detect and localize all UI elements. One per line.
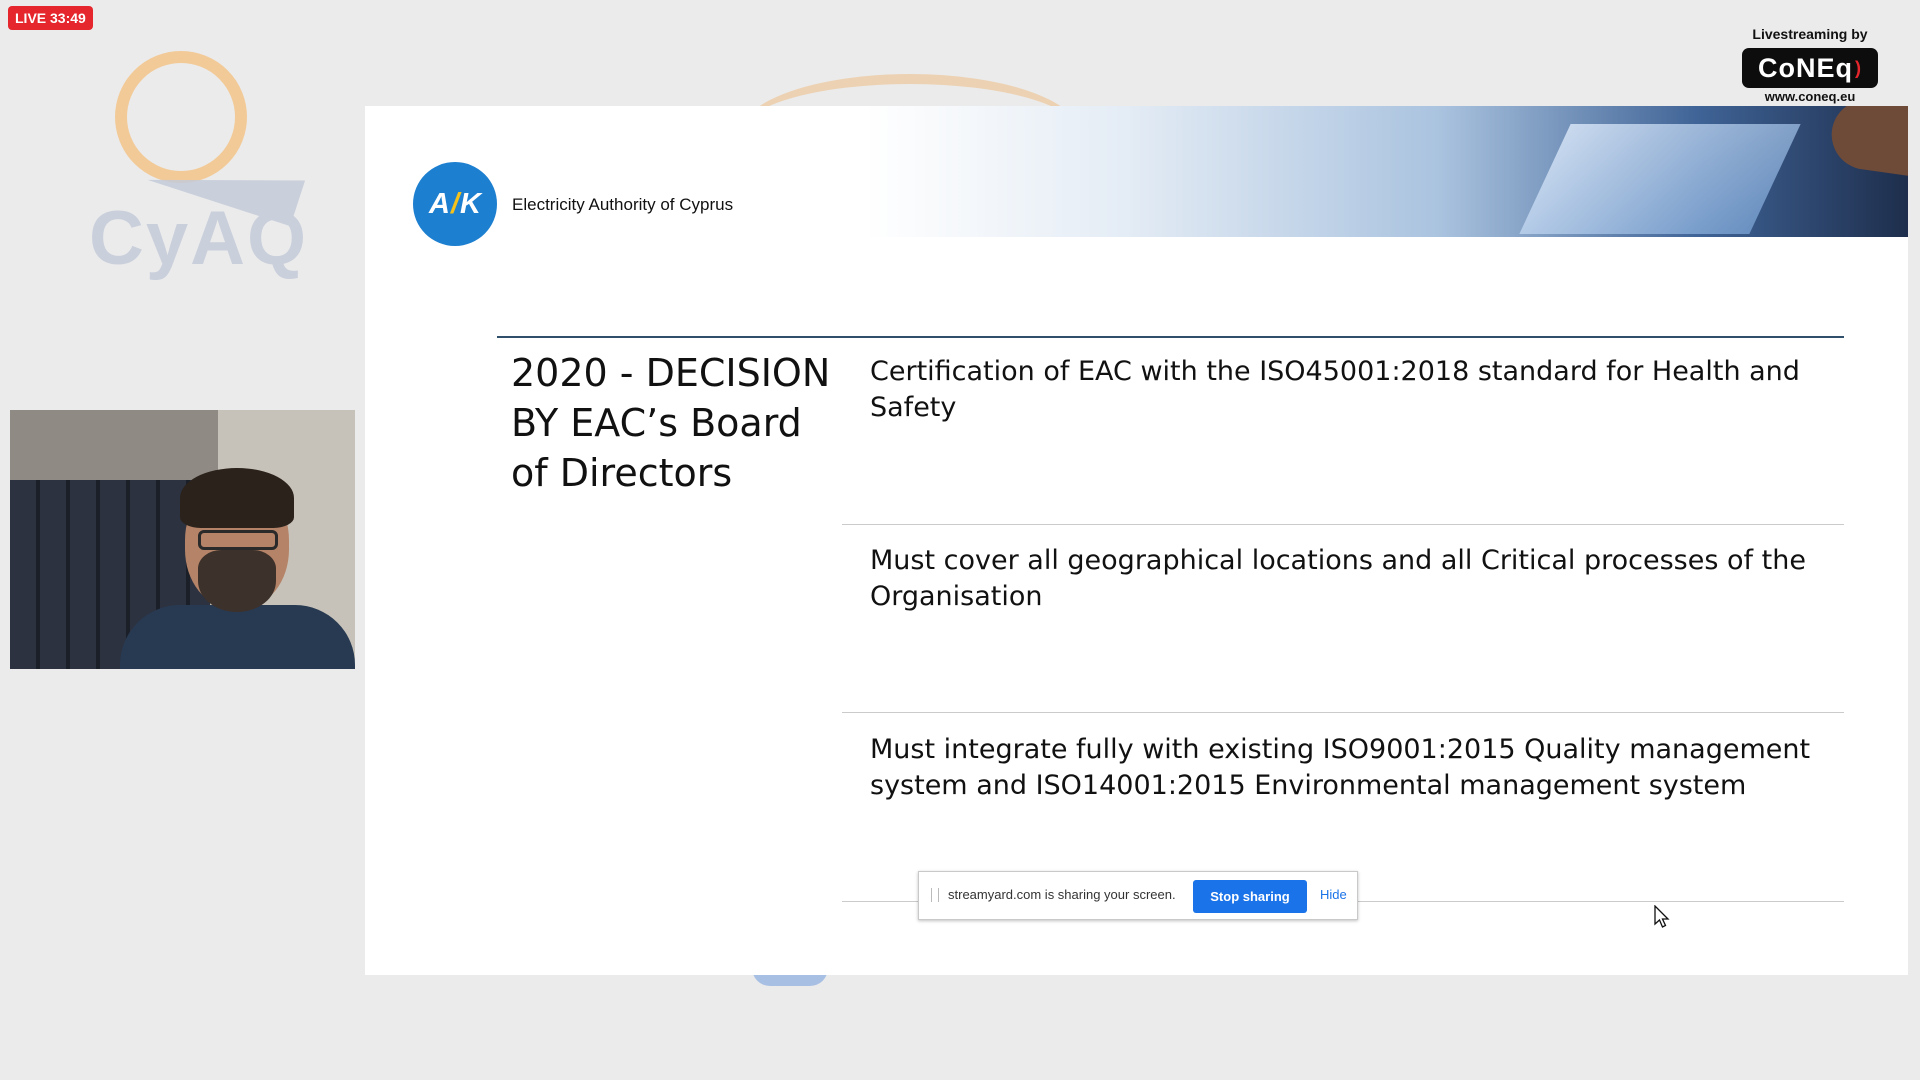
screen-share-bar: streamyard.com is sharing your screen. S… xyxy=(918,871,1358,920)
stop-sharing-button[interactable]: Stop sharing xyxy=(1193,880,1307,913)
item-divider xyxy=(842,524,1844,525)
drag-handle-icon[interactable] xyxy=(931,888,939,902)
slide-item: Must cover all geographical locations an… xyxy=(870,545,1806,612)
slide-title: 2020 - DECISION BY EAC’s Board of Direct… xyxy=(511,351,831,495)
cyaq-watermark: CyAQ xyxy=(85,45,325,285)
organization-name: Electricity Authority of Cyprus xyxy=(512,195,734,214)
divider-top xyxy=(497,336,1844,338)
presentation-slide: A / K Electricity Authority of Cyprus 2020… xyxy=(365,106,1908,975)
coneq-brand: CoNEq xyxy=(1758,52,1853,83)
lightning-bolt-icon: / xyxy=(450,187,460,220)
slide-header: A / K Electricity Authority of Cyprus xyxy=(365,106,1908,246)
webcam-feed xyxy=(10,410,355,669)
slide-item: Must integrate fully with existing ISO90… xyxy=(870,734,1811,801)
coneq-logo: CoNEq ) xyxy=(1742,48,1878,88)
mouse-cursor-icon xyxy=(1654,905,1670,928)
eac-logo: A / K xyxy=(413,162,497,246)
live-badge: LIVE 33:49 xyxy=(8,6,93,30)
share-message: streamyard.com is sharing your screen. xyxy=(948,887,1176,902)
livestream-credit: Livestreaming by CoNEq ) www.coneq.eu xyxy=(1735,26,1885,104)
slide-item: Certification of EAC with the ISO45001:2… xyxy=(870,356,1800,423)
coneq-url: www.coneq.eu xyxy=(1764,89,1856,104)
item-divider xyxy=(842,712,1844,713)
credit-label: Livestreaming by xyxy=(1752,26,1868,42)
broadcast-icon: ) xyxy=(1855,57,1862,78)
hide-button[interactable]: Hide xyxy=(1320,887,1347,902)
cyaq-logo-text: CyAQ xyxy=(89,196,309,281)
header-banner-image xyxy=(865,106,1908,237)
